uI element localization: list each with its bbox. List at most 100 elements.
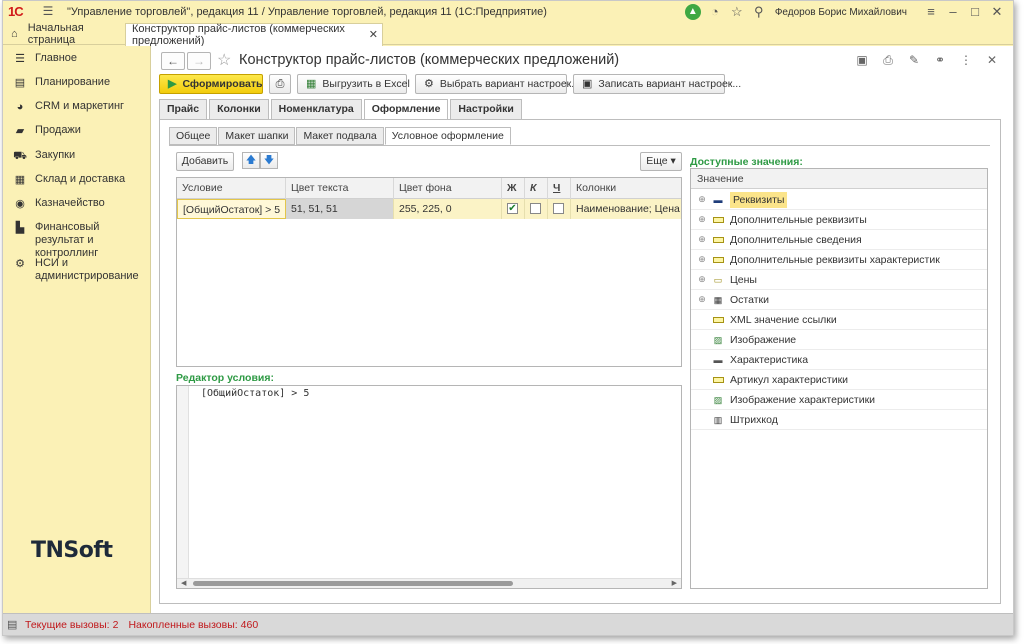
available-values-tree[interactable]: Значение ⊕ ▬ Реквизиты ⊕ Дополнительные … <box>690 168 988 589</box>
tree-icon[interactable]: ▲ <box>684 4 701 20</box>
generate-label: Сформировать <box>182 78 263 90</box>
tree-item-image[interactable]: ▨ Изображение <box>691 330 987 350</box>
underline-checkbox[interactable] <box>553 203 564 214</box>
close-form-icon[interactable]: ✕ <box>985 53 999 67</box>
column-header-underline[interactable]: Ч <box>548 178 571 199</box>
maximize-icon[interactable]: □ <box>967 4 983 20</box>
sidebar-item-admin[interactable]: ⚙ НСИ и администрирование <box>3 257 149 283</box>
subtab-general[interactable]: Общее <box>169 127 218 145</box>
history-icon[interactable]: ◔ <box>707 4 723 20</box>
sidebar-item-sales[interactable]: ▰ Продажи <box>3 124 149 138</box>
cell-columns[interactable]: Наименование; Цена <box>571 199 681 219</box>
available-values-header[interactable]: Значение <box>691 169 987 189</box>
settings-menu-icon[interactable]: ≡ <box>923 4 939 20</box>
tree-item-xml-ref[interactable]: XML значение ссылки <box>691 310 987 330</box>
favorite-star-icon[interactable]: ☆ <box>217 50 231 70</box>
barcode-icon: ▥ <box>713 414 723 425</box>
table-row[interactable]: [ОбщийОстаток] > 5 51, 51, 51 255, 225, … <box>177 199 681 219</box>
play-icon: ▶ <box>168 78 177 90</box>
close-tab-icon[interactable]: ✕ <box>369 28 378 41</box>
tree-item-label: Изображение <box>730 333 797 346</box>
search-icon[interactable]: ⚲ <box>751 4 767 20</box>
user-name[interactable]: Федоров Борис Михайлович <box>775 7 907 18</box>
cell-text-color[interactable]: 51, 51, 51 <box>286 199 394 219</box>
column-header-condition[interactable]: Условие <box>177 178 286 199</box>
expand-icon[interactable]: ⊕ <box>696 294 708 305</box>
tree-item-characteristic[interactable]: ▬ Характеристика <box>691 350 987 370</box>
scrollbar-thumb[interactable] <box>193 581 513 586</box>
expand-icon[interactable]: ⊕ <box>696 194 708 205</box>
move-down-button[interactable]: 🡇 <box>260 152 278 169</box>
italic-checkbox[interactable] <box>530 203 541 214</box>
edit-icon[interactable]: ✎ <box>907 53 921 67</box>
sidebar-item-purchases[interactable]: ⛟ Закупки <box>3 149 149 163</box>
cell-underline <box>548 199 571 219</box>
field-icon <box>711 215 725 225</box>
sidebar-item-main[interactable]: ☰ Главное <box>3 52 149 66</box>
tree-item-additional-info[interactable]: ⊕ Дополнительные сведения <box>691 230 987 250</box>
tab-nomenclature[interactable]: Номенклатура <box>270 99 362 119</box>
sidebar-item-warehouse[interactable]: ▦ Склад и доставка <box>3 173 149 187</box>
more-button[interactable]: Еще ▾ <box>640 152 682 171</box>
tab-design[interactable]: Оформление <box>363 99 449 120</box>
column-header-columns[interactable]: Колонки <box>571 178 681 199</box>
move-up-button[interactable]: 🡅 <box>242 152 260 169</box>
add-button[interactable]: Добавить <box>176 152 234 171</box>
expand-icon[interactable]: ⊕ <box>696 214 708 225</box>
tree-item-label: Артикул характеристики <box>730 373 849 386</box>
tree-item-stock[interactable]: ⊕ ▦ Остатки <box>691 290 987 310</box>
save-variant-button[interactable]: ▣ Записать вариант настроек... <box>573 74 741 94</box>
tab-columns[interactable]: Колонки <box>209 99 269 119</box>
close-icon[interactable]: ✕ <box>989 4 1005 20</box>
tree-item-characteristic-article[interactable]: Артикул характеристики <box>691 370 987 390</box>
expand-icon[interactable]: ⊕ <box>696 274 708 285</box>
column-header-text-color[interactable]: Цвет текста <box>286 178 394 199</box>
back-button[interactable]: ← <box>161 52 185 70</box>
sidebar-item-label: Финансовый результат и контроллинг <box>35 221 100 259</box>
expand-icon[interactable]: ⊕ <box>696 254 708 265</box>
cell-condition[interactable]: [ОбщийОстаток] > 5 <box>177 199 286 219</box>
subtab-conditional-formatting[interactable]: Условное оформление <box>384 127 511 145</box>
tree-item-requisites[interactable]: ⊕ ▬ Реквизиты <box>691 190 987 210</box>
tree-item-barcode[interactable]: ▥ Штрихкод <box>691 410 987 430</box>
subtab-header-layout[interactable]: Макет шапки <box>218 127 296 145</box>
minimize-icon[interactable]: – <box>945 4 961 20</box>
link-icon[interactable]: ⚭ <box>933 53 947 67</box>
generate-button[interactable]: ▶ Сформировать <box>159 74 263 94</box>
choose-variant-button[interactable]: ⚙ Выбрать вариант настроек... <box>415 74 580 94</box>
bold-checkbox[interactable]: ✔ <box>507 203 518 214</box>
sidebar-item-finance[interactable]: ▙ Финансовый результат и контроллинг <box>3 221 149 260</box>
editor-text[interactable]: [ОбщийОстаток] > 5 <box>201 388 309 399</box>
print-button[interactable]: ⎙ <box>269 74 291 94</box>
scroll-left-icon[interactable]: ◀ <box>181 579 186 587</box>
tab-settings[interactable]: Настройки <box>450 99 522 119</box>
export-excel-button[interactable]: ▦ Выгрузить в Excel <box>297 74 410 94</box>
sidebar-item-treasury[interactable]: ◉ Казначейство <box>3 197 149 211</box>
conditions-table[interactable]: Условие Цвет текста Цвет фона Ж К Ч Коло… <box>176 177 682 367</box>
home-tab[interactable]: ⌂ Начальная страница <box>3 22 123 46</box>
active-document-tab[interactable]: Конструктор прайс-листов (коммерческих п… <box>125 23 383 47</box>
tab-price[interactable]: Прайс <box>159 99 208 119</box>
condition-editor[interactable]: [ОбщийОстаток] > 5 ◀ ▶ <box>176 385 682 589</box>
tree-item-prices[interactable]: ⊕ ▭ Цены <box>691 270 987 290</box>
save-icon[interactable]: ▣ <box>855 53 869 67</box>
column-header-bold[interactable]: Ж <box>502 178 525 199</box>
more-icon[interactable]: ⋮ <box>959 53 973 67</box>
sidebar-item-planning[interactable]: ▤ Планирование <box>3 76 149 90</box>
column-header-bg-color[interactable]: Цвет фона <box>394 178 502 199</box>
print-icon[interactable]: ⎙ <box>881 53 895 67</box>
expand-icon[interactable]: ⊕ <box>696 234 708 245</box>
cell-bg-color[interactable]: 255, 225, 0 <box>394 199 502 219</box>
menu-icon[interactable]: ☰ <box>41 4 55 18</box>
subtab-footer-layout[interactable]: Макет подвала <box>296 127 384 145</box>
column-header-italic[interactable]: К <box>525 178 548 199</box>
horizontal-scrollbar[interactable]: ◀ ▶ <box>177 578 681 588</box>
favorites-star-icon[interactable]: ☆ <box>729 4 745 20</box>
sidebar-item-crm[interactable]: ◕ CRM и маркетинг <box>3 100 149 114</box>
field-icon <box>711 255 725 265</box>
forward-button[interactable]: → <box>187 52 211 70</box>
tree-item-characteristic-image[interactable]: ▨ Изображение характеристики <box>691 390 987 410</box>
tree-item-characteristic-requisites[interactable]: ⊕ Дополнительные реквизиты характеристик <box>691 250 987 270</box>
tree-item-additional-requisites[interactable]: ⊕ Дополнительные реквизиты <box>691 210 987 230</box>
scroll-right-icon[interactable]: ▶ <box>672 579 677 587</box>
